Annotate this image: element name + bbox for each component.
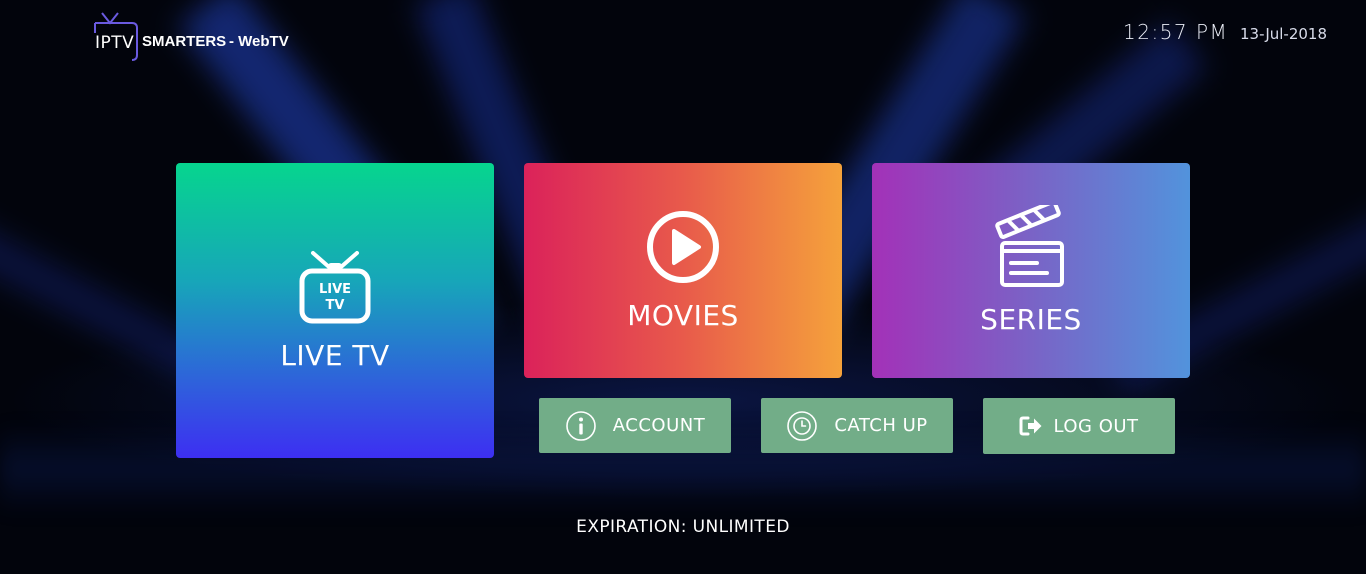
tv-icon-line2: TV	[326, 298, 345, 313]
tv-icon: LIVE TV	[299, 251, 371, 324]
logo-smarters-text: SMARTERS	[142, 33, 227, 50]
play-circle-icon	[647, 211, 719, 283]
series-tile[interactable]: SERIES	[872, 163, 1190, 378]
movies-label: MOVIES	[627, 299, 739, 332]
sign-out-icon	[1019, 416, 1042, 436]
logo-webtv-text: - WebTV	[229, 33, 289, 50]
movies-tile[interactable]: MOVIES	[524, 163, 842, 378]
log-out-button[interactable]: LOG OUT	[983, 398, 1175, 454]
info-circle-icon	[565, 410, 596, 441]
live-tv-label: LIVE TV	[280, 339, 390, 372]
clock-icon	[787, 410, 818, 441]
catch-up-label: CATCH UP	[834, 415, 928, 436]
clapperboard-icon	[995, 205, 1064, 287]
clock-time: 12:57 PM	[1123, 20, 1229, 44]
expiration-status: EXPIRATION: UNLIMITED	[0, 517, 1366, 537]
log-out-label: LOG OUT	[1053, 415, 1139, 437]
live-tv-tile[interactable]: LIVE TV LIVE TV	[176, 163, 494, 458]
catch-up-button[interactable]: CATCH UP	[761, 398, 953, 453]
account-label: ACCOUNT	[612, 415, 706, 436]
logo-iptv-text: IPTV	[95, 33, 135, 53]
clock-date: 13-Jul-2018	[1240, 25, 1328, 43]
tv-icon-line1: LIVE	[319, 282, 351, 297]
app-logo: IPTV SMARTERS - WebTV	[92, 11, 302, 61]
series-label: SERIES	[980, 303, 1082, 336]
account-button[interactable]: ACCOUNT	[539, 398, 731, 453]
expiration-text: EXPIRATION: UNLIMITED	[576, 517, 790, 537]
